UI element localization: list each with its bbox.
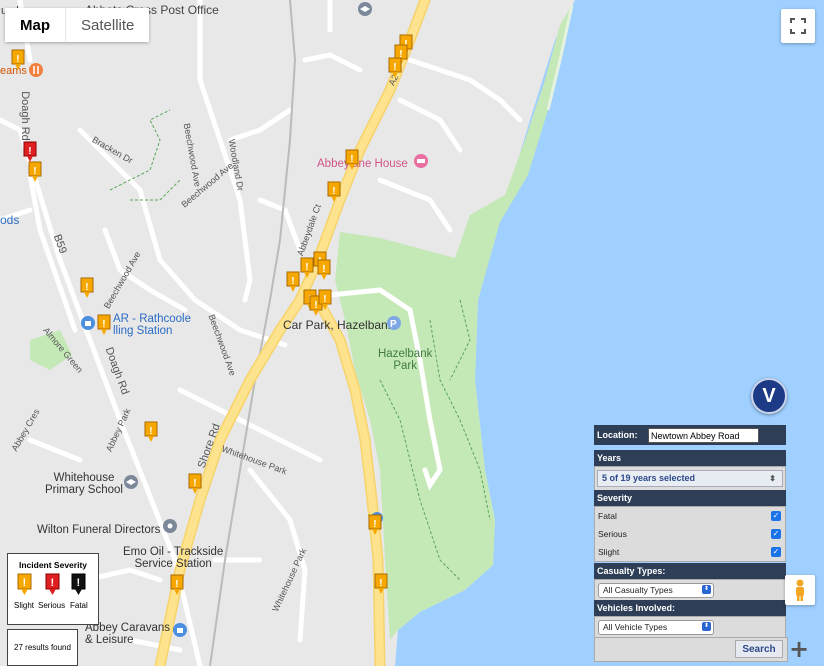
serious-checkbox[interactable]: ✓	[771, 529, 781, 539]
map-type-satellite-button[interactable]: Satellite	[66, 8, 150, 42]
pegman-icon	[796, 579, 804, 601]
location-row: Location:	[594, 425, 786, 445]
svg-text:!: !	[149, 426, 152, 437]
incident-marker-slight[interactable]: !	[80, 277, 94, 298]
legend-title: Incident Severity	[18, 560, 88, 570]
severity-option-label: Serious	[598, 529, 627, 539]
casualty-select-value: All Casualty Types	[603, 585, 673, 595]
incident-marker-slight[interactable]: !	[368, 514, 382, 535]
svg-text:!: !	[322, 264, 325, 275]
vehicles-select[interactable]: All Vehicle Types ⬍	[598, 620, 714, 635]
severity-option-label: Slight	[598, 547, 620, 557]
fullscreen-icon	[790, 18, 806, 34]
svg-text:!: !	[379, 578, 382, 589]
location-label: Location:	[597, 430, 638, 440]
incident-marker-slight[interactable]: !	[327, 181, 341, 202]
incident-marker-slight[interactable]: !	[317, 259, 331, 280]
svg-text:!: !	[291, 276, 294, 287]
svg-text:!: !	[332, 186, 335, 197]
incident-marker-slight[interactable]: !	[144, 421, 158, 442]
legend-serious-label: Serious	[38, 601, 66, 610]
svg-text:!: !	[314, 300, 317, 311]
incident-marker-slight[interactable]: !	[300, 257, 314, 278]
search-section: Search	[594, 637, 788, 662]
legend-fatal-label: Fatal	[70, 601, 88, 610]
slight-marker-icon: !	[17, 573, 32, 595]
incident-marker-slight[interactable]: !	[97, 314, 111, 335]
fatal-checkbox[interactable]: ✓	[771, 511, 781, 521]
severity-option-slight: Slight ✓	[595, 543, 785, 561]
vehicles-select-value: All Vehicle Types	[603, 622, 668, 632]
map-type-map-button[interactable]: Map	[5, 8, 66, 42]
svg-text:!: !	[193, 478, 196, 489]
select-arrows-icon: ⬍	[702, 622, 711, 631]
casualty-label: Casualty Types:	[594, 563, 786, 579]
severity-option-fatal: Fatal ✓	[595, 507, 785, 525]
svg-text:!: !	[51, 577, 55, 589]
svg-text:!: !	[16, 54, 19, 65]
fullscreen-button[interactable]	[781, 9, 815, 43]
legend-slight-label: Slight	[14, 601, 35, 610]
severity-legend: Incident Severity ! ! ! Slight Serious F…	[7, 553, 99, 625]
svg-text:!: !	[102, 319, 105, 330]
svg-text:!: !	[305, 262, 308, 273]
incident-marker-slight[interactable]: !	[188, 473, 202, 494]
years-section: Years 5 of 19 years selected ⬍	[594, 450, 786, 491]
svg-text:!: !	[85, 282, 88, 293]
incident-marker-slight[interactable]: !	[345, 149, 359, 170]
incident-marker-slight[interactable]: !	[388, 57, 402, 78]
select-arrows-icon: ⬍	[769, 474, 776, 483]
incident-marker-slight[interactable]: !	[374, 573, 388, 594]
search-button[interactable]: Search	[735, 640, 783, 658]
severity-section: Severity Fatal ✓ Serious ✓ Slight ✓	[594, 490, 786, 562]
slight-checkbox[interactable]: ✓	[771, 547, 781, 557]
severity-label: Severity	[594, 490, 786, 506]
svg-text:!: !	[393, 62, 396, 73]
results-count: 27 results found	[7, 629, 78, 666]
map-type-control: Map Satellite	[5, 8, 150, 42]
casualty-select[interactable]: All Casualty Types ⬍	[598, 583, 714, 598]
select-arrows-icon: ⬍	[702, 585, 711, 594]
svg-text:!: !	[373, 519, 376, 530]
vehicles-section: Vehicles Involved: All Vehicle Types ⬍	[594, 600, 786, 639]
casualty-section: Casualty Types: All Casualty Types ⬍	[594, 563, 786, 602]
svg-text:!: !	[350, 154, 353, 165]
serious-marker-icon: !	[45, 573, 60, 595]
fatal-marker-icon: !	[71, 573, 86, 595]
brand-logo: V	[751, 378, 787, 414]
legend-marker-icons: ! ! !	[17, 573, 86, 595]
svg-text:!: !	[33, 166, 36, 177]
svg-text:!: !	[77, 577, 81, 589]
incident-marker-slight[interactable]: !	[170, 574, 184, 595]
years-select[interactable]: 5 of 19 years selected ⬍	[597, 470, 783, 487]
svg-text:!: !	[28, 146, 31, 157]
svg-text:!: !	[23, 577, 27, 589]
svg-text:!: !	[323, 294, 326, 305]
severity-option-label: Fatal	[598, 511, 617, 521]
zoom-in-button[interactable]: +	[786, 636, 812, 662]
years-label: Years	[594, 450, 786, 466]
years-select-value: 5 of 19 years selected	[602, 473, 696, 483]
incident-marker-slight[interactable]: !	[11, 49, 25, 70]
location-input[interactable]	[648, 428, 759, 443]
incident-marker-slight[interactable]: !	[286, 271, 300, 292]
incident-marker-serious[interactable]: !	[23, 141, 37, 162]
severity-option-serious: Serious ✓	[595, 525, 785, 543]
street-view-button[interactable]	[785, 575, 815, 605]
incident-marker-slight[interactable]: !	[28, 161, 42, 182]
svg-text:!: !	[175, 579, 178, 590]
vehicles-label: Vehicles Involved:	[594, 600, 786, 616]
